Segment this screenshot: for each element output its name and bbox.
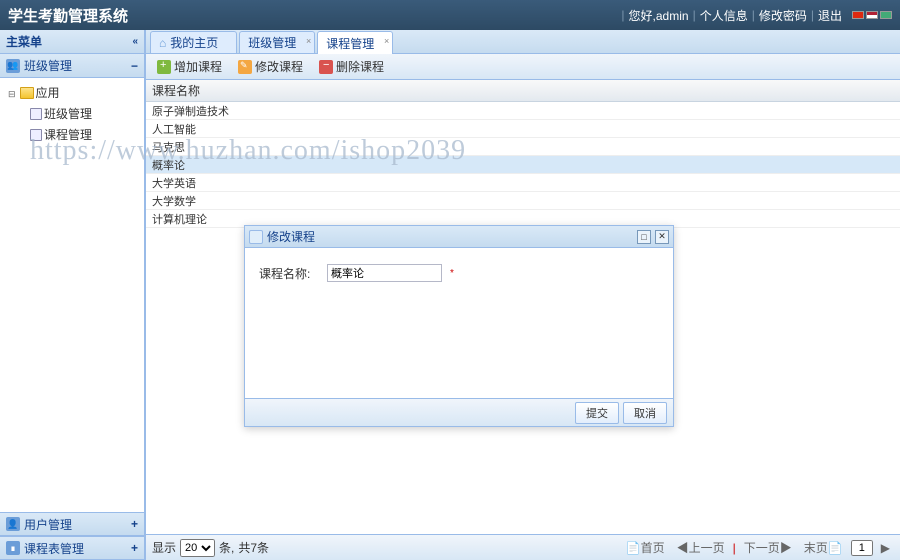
table-row[interactable]: 马克思 — [146, 138, 900, 156]
accordion-schedule-mgmt[interactable]: ∎课程表管理 + — [0, 536, 144, 560]
leaf-icon — [30, 129, 42, 141]
add-course-button[interactable]: 增加课程 — [150, 55, 229, 78]
toolbar: 增加课程 修改课程 删除课程 — [146, 54, 900, 80]
flag-cn-icon[interactable] — [852, 11, 864, 19]
expand-icon[interactable] — [8, 86, 18, 100]
delete-icon — [319, 60, 333, 74]
locale-flags — [852, 11, 892, 19]
add-icon — [157, 60, 171, 74]
app-header: 学生考勤管理系统 | 您好,admin | 个人信息 | 修改密码 | 退出 — [0, 0, 900, 30]
pager-show-label: 显示 — [152, 539, 176, 556]
field-label-course-name: 课程名称: — [259, 265, 317, 282]
calendar-icon: ∎ — [6, 541, 20, 555]
pager-next-button[interactable]: 下一页▶ — [740, 538, 796, 557]
link-profile[interactable]: 个人信息 — [700, 7, 748, 24]
close-icon[interactable]: × — [384, 36, 389, 46]
pager-page-input[interactable] — [851, 540, 873, 556]
link-changepwd[interactable]: 修改密码 — [759, 7, 807, 24]
collapse-sidebar-icon[interactable]: « — [132, 36, 138, 47]
greeting: 您好,admin — [629, 7, 689, 24]
plus-icon: + — [131, 517, 138, 531]
tab-class-mgmt[interactable]: 班级管理 × — [239, 31, 315, 53]
course-name-input[interactable] — [327, 264, 442, 282]
home-icon — [159, 36, 166, 50]
table-row[interactable]: 大学数学 — [146, 192, 900, 210]
pager-last-button[interactable]: 末页📄 — [800, 538, 847, 557]
table-row[interactable]: 概率论 — [146, 156, 900, 174]
cancel-button[interactable]: 取消 — [623, 402, 667, 424]
tree-root-app[interactable]: 应用 — [2, 82, 142, 103]
nav-tree: 应用 班级管理 课程管理 — [0, 78, 144, 512]
minus-icon: − — [131, 59, 138, 73]
pager-go-button[interactable]: ▶ — [877, 540, 894, 556]
tree-item-class-mgmt[interactable]: 班级管理 — [2, 103, 142, 124]
tab-course-mgmt[interactable]: 课程管理 × — [317, 31, 393, 54]
plus-icon: + — [131, 541, 138, 555]
tree-item-course-mgmt[interactable]: 课程管理 — [2, 124, 142, 145]
page-size-select[interactable]: 20 — [180, 539, 215, 557]
header-links: | 您好,admin | 个人信息 | 修改密码 | 退出 — [621, 7, 892, 24]
table-row[interactable]: 原子弹制造技术 — [146, 102, 900, 120]
required-icon: * — [450, 268, 454, 279]
edit-icon — [238, 60, 252, 74]
pager-first-button[interactable]: 📄首页 — [622, 538, 669, 557]
app-title: 学生考勤管理系统 — [8, 5, 128, 26]
delete-course-button[interactable]: 删除课程 — [312, 55, 391, 78]
folder-icon — [20, 87, 34, 99]
sidebar-title: 主菜单 « — [0, 30, 144, 54]
tab-home[interactable]: 我的主页 — [150, 31, 237, 53]
link-logout[interactable]: 退出 — [818, 7, 842, 24]
pager-prev-button[interactable]: ◀上一页 — [673, 538, 729, 557]
pager: 显示 20 条, 共7条 📄首页 ◀上一页 | 下一页▶ 末页📄 ▶ — [146, 534, 900, 560]
table-row[interactable]: 人工智能 — [146, 120, 900, 138]
close-icon[interactable]: ✕ — [655, 230, 669, 244]
table-row[interactable]: 大学英语 — [146, 174, 900, 192]
pager-total: 共7条 — [238, 539, 269, 556]
submit-button[interactable]: 提交 — [575, 402, 619, 424]
accordion-user-mgmt[interactable]: 👤用户管理 + — [0, 512, 144, 536]
edit-course-dialog: 修改课程 □ ✕ 课程名称: * 提交 取消 — [244, 225, 674, 427]
leaf-icon — [30, 108, 42, 120]
edit-course-button[interactable]: 修改课程 — [231, 55, 310, 78]
grid-column-header[interactable]: 课程名称 — [146, 80, 900, 102]
window-icon — [249, 230, 263, 244]
maximize-icon[interactable]: □ — [637, 230, 651, 244]
flag-us-icon[interactable] — [866, 11, 878, 19]
flag-other-icon[interactable] — [880, 11, 892, 19]
accordion-class-mgmt[interactable]: 👥班级管理 − — [0, 54, 144, 78]
tab-bar: 我的主页 班级管理 × 课程管理 × — [146, 30, 900, 54]
sidebar: 主菜单 « 👥班级管理 − 应用 班级管理 课程管理 👤用户管理 + — [0, 30, 145, 560]
user-icon: 👤 — [6, 517, 20, 531]
dialog-titlebar[interactable]: 修改课程 □ ✕ — [245, 226, 673, 248]
close-icon[interactable]: × — [306, 36, 311, 46]
group-icon: 👥 — [6, 59, 20, 73]
